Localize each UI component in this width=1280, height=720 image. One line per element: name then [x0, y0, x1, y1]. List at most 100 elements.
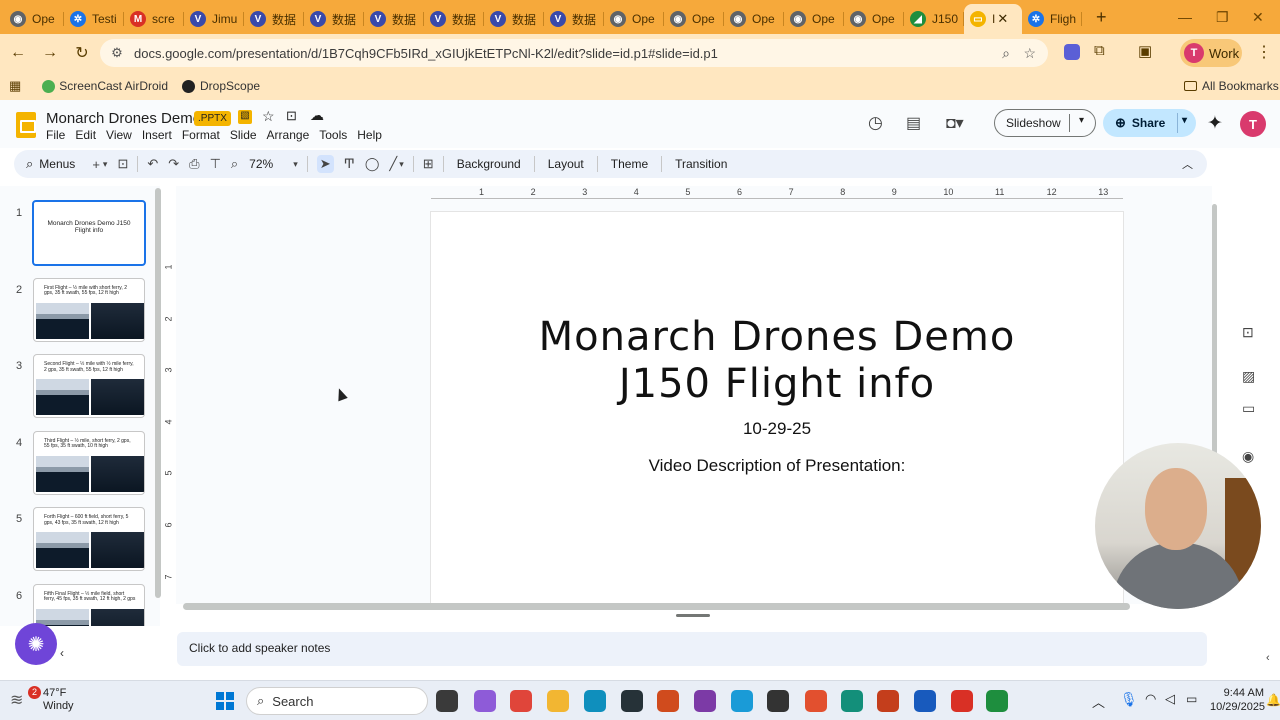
close-window-icon[interactable]: ✕ — [1252, 9, 1264, 26]
start-button[interactable] — [216, 692, 234, 710]
line-dropdown-icon[interactable]: ▾ — [399, 159, 404, 170]
menu-arrange[interactable]: Arrange — [267, 128, 310, 142]
weather-widget[interactable]: ≋ 2 47°F Windy — [10, 686, 74, 713]
new-slide-dropdown-icon[interactable]: ▾ — [103, 159, 108, 170]
forward-icon[interactable]: → — [34, 44, 66, 62]
teams-app-icon[interactable] — [584, 690, 606, 712]
wifi-icon[interactable]: ◠ — [1145, 691, 1156, 707]
filmstrip-scrollbar[interactable] — [155, 188, 161, 598]
volume-icon[interactable]: ◁ — [1165, 691, 1175, 707]
browser-tab[interactable]: V 数据 — [304, 4, 364, 34]
bookmark-star-icon[interactable]: ☆ — [1023, 45, 1036, 62]
copilot-app-icon[interactable] — [474, 690, 496, 712]
transition-button[interactable]: Transition — [675, 157, 727, 171]
back-icon[interactable]: ← — [2, 44, 34, 62]
assistant-button[interactable]: ✺ — [15, 623, 57, 665]
comments-icon[interactable]: ▤ — [906, 113, 921, 133]
insert-image-icon[interactable]: ⊡ — [1242, 324, 1254, 341]
filmstrip-slide[interactable]: 2 First Flight – ½ mile with short ferry,… — [0, 277, 160, 348]
speaker-notes[interactable]: Click to add speaker notes — [177, 632, 1207, 666]
menu-view[interactable]: View — [106, 128, 132, 142]
browser-tab[interactable]: V 数据 — [364, 4, 424, 34]
browser-tab[interactable]: ◉ Ope — [604, 4, 664, 34]
menu-help[interactable]: Help — [357, 128, 382, 142]
bookmark-screencast[interactable]: ScreenCast AirDroid — [42, 79, 168, 93]
vue-app-icon[interactable] — [621, 690, 643, 712]
browser-tab[interactable]: ◉ Ope — [844, 4, 904, 34]
browser-tab[interactable]: V 数据 — [484, 4, 544, 34]
slides-logo-icon[interactable] — [16, 112, 36, 138]
version-history-icon[interactable]: ◷ — [868, 113, 883, 133]
sketch-app-icon[interactable] — [841, 690, 863, 712]
insert-slide-icon[interactable]: ⊡ — [117, 156, 128, 172]
add-comment-icon[interactable]: ⊞ — [423, 156, 434, 172]
address-bar[interactable]: ⚙ docs.google.com/presentation/d/1B7Cqh9… — [100, 39, 1048, 67]
move-to-folder-icon[interactable]: ▧ — [238, 110, 252, 124]
apps-grid-icon[interactable]: ▦ — [9, 78, 21, 94]
slide-description[interactable]: Video Description of Presentation: — [431, 456, 1123, 476]
browser-tab[interactable]: V Jimu — [184, 4, 244, 34]
text-box-icon[interactable]: Ͳ — [344, 156, 355, 172]
account-avatar[interactable]: T — [1240, 111, 1266, 137]
document-title[interactable]: Monarch Drones Demo — [46, 110, 201, 127]
filmstrip-slide[interactable]: 1 Monarch Drones Demo J150 Flight info — [0, 200, 160, 271]
slide-thumbnail[interactable]: Third Flight – ½ mile, short ferry, 2 gp… — [33, 430, 145, 495]
collapse-filmstrip-icon[interactable]: ‹ — [60, 646, 64, 660]
profile-chip[interactable]: T Work — [1180, 39, 1242, 67]
photo-panel-icon[interactable]: ▨ — [1242, 368, 1255, 385]
reload-icon[interactable]: ↻ — [66, 43, 98, 63]
browser-tab[interactable]: ✲ Testi — [64, 4, 124, 34]
stock-app-icon[interactable] — [694, 690, 716, 712]
menu-insert[interactable]: Insert — [142, 128, 172, 142]
menu-slide[interactable]: Slide — [230, 128, 257, 142]
line-icon[interactable]: ╱ — [389, 156, 397, 172]
share-button[interactable]: ⊕ Share ▾ — [1103, 109, 1196, 137]
notification-bell-icon[interactable]: 🔔 — [1266, 693, 1280, 707]
slide-thumbnail[interactable]: Fifth Final Flight – ½ mile field, short… — [33, 583, 145, 626]
all-bookmarks[interactable]: All Bookmarks — [1184, 79, 1279, 93]
zoom-icon[interactable]: ⌕ — [231, 156, 238, 172]
site-info-icon[interactable]: ⚙ — [110, 45, 124, 60]
meet-icon[interactable]: ◘▾ — [946, 113, 964, 133]
folder-panel-icon[interactable]: ▭ — [1242, 400, 1255, 417]
slide-date[interactable]: 10-29-25 — [431, 419, 1123, 439]
new-slide-icon[interactable]: + — [92, 157, 100, 172]
zoom-lens-icon[interactable]: ⌕ — [1002, 45, 1010, 62]
menu-file[interactable]: File — [46, 128, 65, 142]
select-cursor-icon[interactable]: ➤ — [316, 155, 334, 173]
chrome2-app-icon[interactable] — [951, 690, 973, 712]
star-icon[interactable]: ☆ — [262, 108, 275, 125]
slideshow-dropdown-icon[interactable]: ▾ — [1079, 115, 1084, 126]
restore-icon[interactable]: ❐ — [1216, 9, 1229, 26]
menu-edit[interactable]: Edit — [75, 128, 96, 142]
filmstrip-slide[interactable]: 4 Third Flight – ½ mile, short ferry, 2 g… — [0, 430, 160, 501]
files-app-icon[interactable] — [436, 690, 458, 712]
edge-app-icon[interactable] — [731, 690, 753, 712]
extension-icon[interactable] — [1064, 44, 1080, 60]
browser-tab[interactable]: ✲ Fligh — [1022, 4, 1082, 34]
zoom-dropdown-icon[interactable]: ▾ — [293, 159, 298, 170]
tray-overflow-icon[interactable]: ︿ — [1092, 692, 1105, 711]
clock[interactable]: 9:44 AM 10/29/2025 — [1210, 686, 1265, 714]
filmstrip-slide[interactable]: 6 Fifth Final Flight – ½ mile field, shor… — [0, 583, 160, 626]
slide-thumbnail[interactable]: Second Flight – ½ mile with ½ mile ferry… — [33, 354, 145, 418]
theme-button[interactable]: Theme — [611, 157, 648, 171]
camera-app-icon[interactable] — [767, 690, 789, 712]
extensions-puzzle-icon[interactable]: ⧉ — [1094, 42, 1105, 59]
layout-button[interactable]: Layout — [548, 157, 584, 171]
microphone-icon[interactable]: 🎙 — [1120, 691, 1138, 708]
background-button[interactable]: Background — [457, 157, 521, 171]
menu-format[interactable]: Format — [182, 128, 220, 142]
close-tab-icon[interactable]: ✕ — [997, 11, 1008, 27]
collapse-toolbar-icon[interactable]: ︿ — [1182, 156, 1193, 172]
settings-app-icon[interactable] — [657, 690, 679, 712]
share-dropdown-icon[interactable]: ▾ — [1182, 115, 1187, 126]
slideshow-button[interactable]: Slideshow ▾ — [994, 109, 1096, 137]
slide-thumbnail[interactable]: Monarch Drones Demo J150 Flight info — [32, 200, 146, 266]
slide-title[interactable]: Monarch Drones Demo J150 Flight info — [431, 314, 1123, 408]
browser-tab[interactable]: ▭ I ✕ — [964, 4, 1022, 34]
bookmark-dropscope[interactable]: DropScope — [182, 79, 260, 93]
browser-tab[interactable]: V 数据 — [244, 4, 304, 34]
browser-menu-icon[interactable]: ⋮ — [1256, 42, 1272, 62]
word-app-icon[interactable] — [914, 690, 936, 712]
